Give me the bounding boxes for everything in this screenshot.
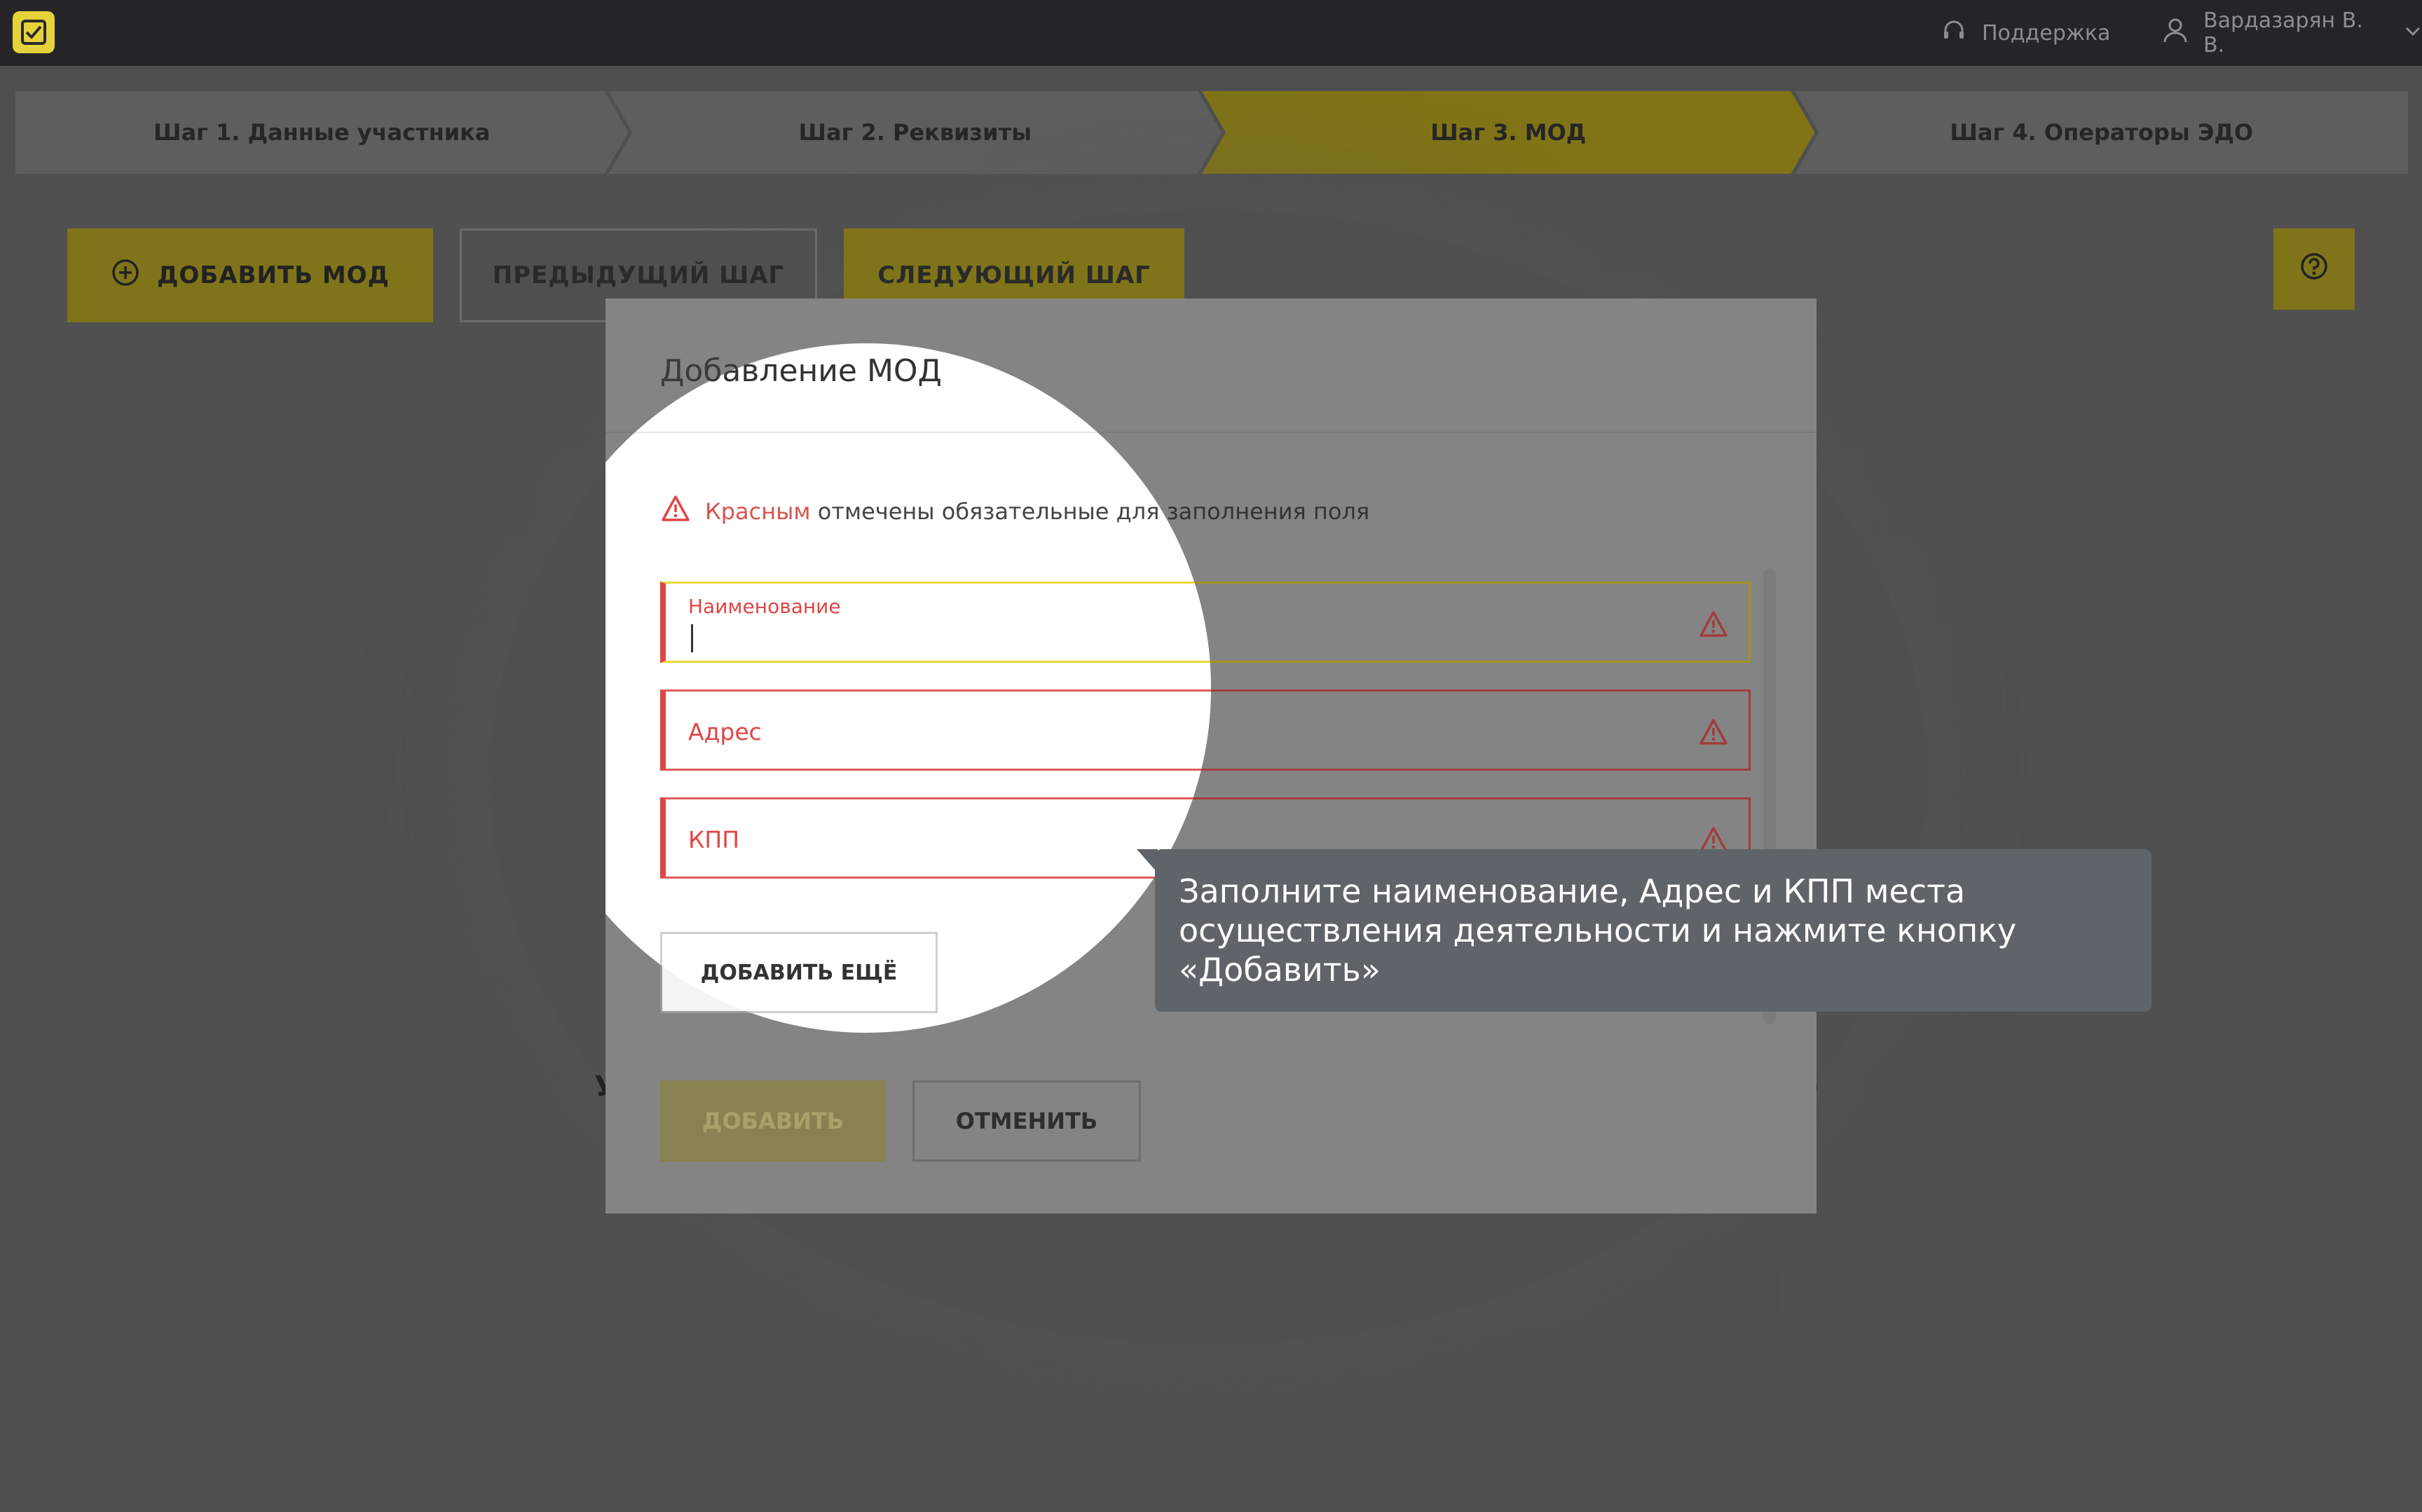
support-link[interactable]: Поддержка bbox=[1940, 15, 2110, 50]
step-2[interactable]: Шаг 2. Реквизиты bbox=[609, 91, 1222, 174]
add-mod-dialog-highlight: Добавление МОД Красным отмечены обязател… bbox=[606, 343, 1211, 1033]
top-bar: Поддержка Вардазарян В. В. bbox=[0, 0, 2422, 66]
user-menu[interactable]: Вардазарян В. В. bbox=[2161, 8, 2422, 57]
warning-icon bbox=[1699, 611, 1727, 637]
logo-icon[interactable] bbox=[13, 11, 55, 53]
user-name: Вардазарян В. В. bbox=[2203, 8, 2363, 57]
step-3[interactable]: Шаг 3. МОД bbox=[1202, 91, 1815, 174]
kpp-field-label: КПП bbox=[688, 826, 740, 853]
spotlight-highlight: Добавление МОД Красным отмечены обязател… bbox=[521, 343, 1211, 1033]
submit-add-button[interactable]: ДОБАВИТЬ bbox=[660, 1080, 886, 1162]
chevron-down-icon[interactable] bbox=[2404, 21, 2422, 46]
tooltip-text: Заполните наименование, Адрес и КПП мест… bbox=[1179, 872, 2017, 989]
add-mod-button[interactable]: ДОБАВИТЬ МОД bbox=[67, 228, 433, 322]
required-note: Красным отмечены обязательные для заполн… bbox=[660, 493, 1211, 530]
support-label: Поддержка bbox=[1982, 20, 2111, 46]
plus-circle-icon bbox=[111, 258, 140, 294]
user-icon bbox=[2161, 16, 2189, 50]
text-caret bbox=[691, 624, 693, 652]
dialog-title: Добавление МОД bbox=[660, 353, 942, 389]
required-note-text: отмечены обязательные для заполнения пол… bbox=[817, 498, 1211, 525]
add-more-button[interactable]: ДОБАВИТЬ ЕЩЁ bbox=[660, 932, 938, 1013]
kpp-field[interactable]: КПП bbox=[660, 797, 1211, 879]
help-icon bbox=[2299, 251, 2329, 288]
headset-icon bbox=[1940, 16, 1968, 50]
dialog-header: Добавление МОД bbox=[606, 343, 1211, 433]
tooltip-arrow bbox=[1137, 849, 1158, 873]
hint-tooltip: Заполните наименование, Адрес и КПП мест… bbox=[1137, 849, 2151, 1012]
step-4[interactable]: Шаг 4. Операторы ЭДО bbox=[1795, 91, 2408, 174]
step-1[interactable]: Шаг 1. Данные участника bbox=[15, 91, 629, 174]
address-field-label: Адрес bbox=[688, 718, 762, 745]
add-mod-label: ДОБАВИТЬ МОД bbox=[157, 261, 390, 289]
warning-icon bbox=[660, 493, 691, 530]
address-field[interactable]: Адрес bbox=[660, 689, 1211, 771]
help-button[interactable] bbox=[2273, 228, 2355, 310]
warning-icon bbox=[1699, 719, 1727, 745]
name-field-label: Наименование bbox=[688, 595, 841, 618]
name-field[interactable]: Наименование bbox=[660, 582, 1211, 663]
required-note-highlight: Красным bbox=[705, 498, 811, 525]
wizard-stepper: Шаг 1. Данные участника Шаг 2. Реквизиты… bbox=[15, 91, 2408, 174]
cancel-button[interactable]: ОТМЕНИТЬ bbox=[912, 1080, 1141, 1162]
